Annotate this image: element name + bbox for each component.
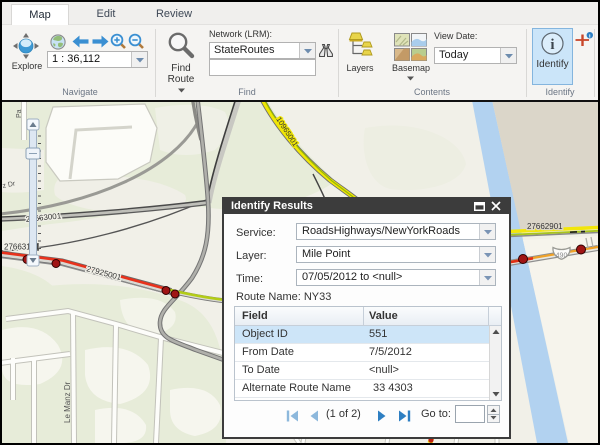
svg-text:490: 490 <box>556 253 568 260</box>
svg-text:Pa: Pa <box>16 109 23 118</box>
svg-text:i: i <box>550 37 554 53</box>
svg-text:Le Manz Dr: Le Manz Dr <box>63 381 72 423</box>
svg-text:27662901: 27662901 <box>527 222 563 231</box>
